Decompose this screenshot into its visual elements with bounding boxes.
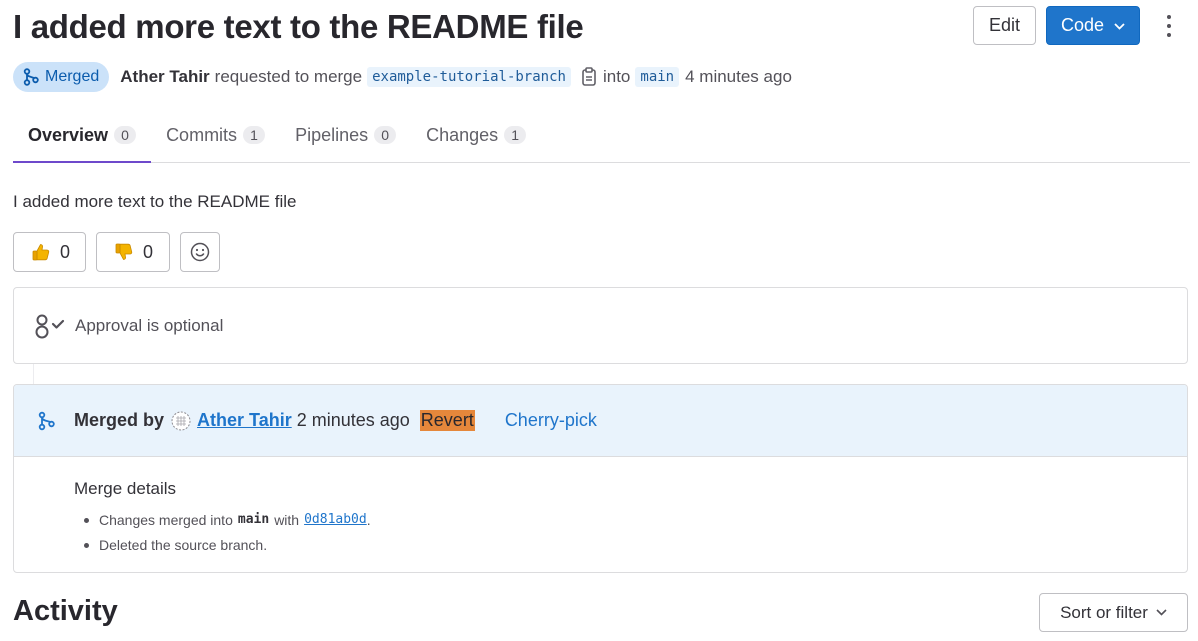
merge-details-title: Merge details <box>74 479 177 498</box>
tab-pipelines[interactable]: Pipelines 0 <box>280 108 411 162</box>
timeline-connector <box>33 364 34 384</box>
status-badge-label: Merged <box>45 68 100 85</box>
thumbs-up-count: 0 <box>60 241 71 262</box>
mr-tabs: Overview 0 Commits 1 Pipelines 0 Changes… <box>13 108 1190 163</box>
merge-icon <box>23 68 39 86</box>
more-actions-icon[interactable] <box>1158 12 1180 40</box>
commit-sha-link[interactable]: 0d81ab0d <box>304 512 367 527</box>
source-branch[interactable]: example-tutorial-branch <box>367 67 571 87</box>
copy-icon[interactable] <box>581 67 597 87</box>
tab-label: Overview <box>28 124 109 145</box>
list-item: Deleted the source branch. <box>84 532 371 557</box>
code-dropdown-button[interactable]: Code <box>1046 6 1140 45</box>
tab-changes[interactable]: Changes 1 <box>411 108 541 162</box>
tab-count: 0 <box>114 126 137 144</box>
merge-icon <box>38 411 55 430</box>
merge-line-with: with <box>274 511 300 528</box>
tab-count: 1 <box>504 126 527 144</box>
target-branch[interactable]: main <box>635 67 680 87</box>
approval-text: Approval is optional <box>75 315 224 335</box>
code-button-label: Code <box>1060 15 1105 35</box>
merge-line-prefix: Changes merged into <box>99 511 233 528</box>
tab-count: 1 <box>243 126 266 144</box>
thumbs-down-icon <box>115 243 133 260</box>
merged-by-label: Merged by <box>74 410 165 430</box>
mr-description: I added more text to the README file <box>13 192 297 211</box>
merged-header: Merged by Ather Tahir 2 minutes ago Reve… <box>14 385 1187 457</box>
mr-meta: Merged Ather Tahir requested to merge ex… <box>13 62 792 92</box>
revert-button[interactable]: Revert <box>419 410 475 431</box>
tab-label: Changes <box>426 124 499 145</box>
cherry-pick-button[interactable]: Cherry-pick <box>505 410 597 431</box>
thumbs-down-count: 0 <box>143 241 154 262</box>
merged-by-user-link[interactable]: Ather Tahir <box>197 410 292 431</box>
merged-time: 2 minutes ago <box>296 410 410 430</box>
tab-count: 0 <box>374 126 397 144</box>
status-badge: Merged <box>13 62 110 92</box>
approval-icon <box>35 314 65 338</box>
merged-widget: Merged by Ather Tahir 2 minutes ago Reve… <box>13 384 1188 573</box>
avatar[interactable] <box>171 411 191 431</box>
tab-commits[interactable]: Commits 1 <box>151 108 280 162</box>
activity-heading: Activity <box>13 595 118 627</box>
thumbs-up-icon <box>32 244 50 261</box>
approval-widget: Approval is optional <box>13 287 1188 364</box>
tab-label: Pipelines <box>295 124 369 145</box>
smiley-icon <box>190 242 210 262</box>
merge-line-suffix: . <box>366 511 371 528</box>
sort-filter-label: Sort or filter <box>1060 602 1148 622</box>
chevron-down-icon <box>1156 609 1167 616</box>
deleted-branch-text: Deleted the source branch. <box>99 536 268 553</box>
merge-details-list: Changes merged into main with 0d81ab0d .… <box>84 507 371 557</box>
page-title: I added more text to the README file <box>13 8 584 45</box>
thumbs-down-award-button[interactable]: 0 <box>96 232 170 272</box>
edit-button[interactable]: Edit <box>973 6 1036 45</box>
list-item: Changes merged into main with 0d81ab0d . <box>84 507 371 532</box>
into-text: into <box>602 67 631 86</box>
chevron-down-icon <box>1114 23 1125 30</box>
author-name[interactable]: Ather Tahir <box>120 67 209 87</box>
add-reaction-button[interactable] <box>180 232 220 272</box>
created-time: 4 minutes ago <box>685 67 792 86</box>
thumbs-up-award-button[interactable]: 0 <box>13 232 86 272</box>
sort-filter-dropdown[interactable]: Sort or filter <box>1039 593 1188 632</box>
merge-target-branch: main <box>237 512 270 527</box>
action-text: requested to merge <box>214 67 363 86</box>
tab-label: Commits <box>166 124 238 145</box>
tab-overview[interactable]: Overview 0 <box>13 108 152 163</box>
